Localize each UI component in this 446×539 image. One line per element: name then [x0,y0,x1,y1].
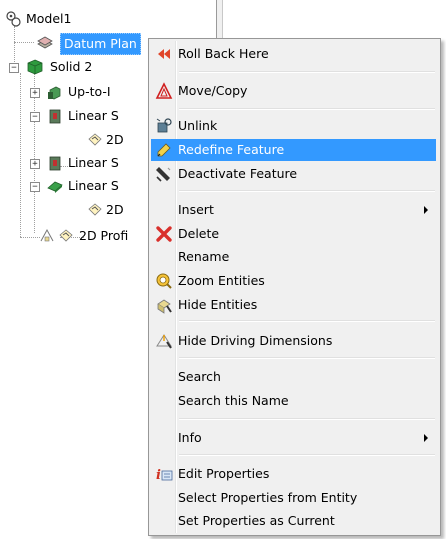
menu-item-label: Info [178,430,202,445]
profile-entities-icon [40,228,54,242]
sketch-2d-icon [59,229,73,242]
collapse-toggle[interactable]: − [9,63,19,73]
menu-item-label: Zoom Entities [178,273,265,288]
menu-item-label: Redefine Feature [178,142,285,157]
zoom-icon [156,273,172,289]
menu-item-label: Select Properties from Entity [178,490,358,505]
menu-item-label: Hide Driving Dimensions [178,333,333,348]
model-icon [6,11,21,27]
menu-item-deactivate-feature[interactable]: Deactivate Feature [151,163,436,185]
menu-item-info[interactable]: Info [151,427,436,449]
edit-properties-icon: i [156,468,173,483]
collapse-toggle[interactable]: − [30,112,40,122]
tree-item-label: 2D [106,202,124,217]
menu-item-edit-properties[interactable]: i Edit Properties [151,463,436,485]
menu-item-select-properties-from-entity[interactable]: Select Properties from Entity [151,487,436,509]
unlink-icon [156,118,172,133]
menu-item-delete[interactable]: Delete [151,223,436,245]
menu-item-insert[interactable]: Insert [151,199,436,221]
submenu-arrow-icon [424,434,428,442]
delete-x-icon [156,226,172,242]
tree-item-label: Linear S [68,108,119,123]
menu-item-move-copy[interactable]: Move/Copy [151,80,436,102]
menu-item-search-this-name[interactable]: Search this Name [151,390,436,412]
expand-toggle[interactable]: + [30,88,40,98]
deactivate-icon [156,167,171,182]
menu-item-label: Insert [178,202,214,217]
menu-item-label: Set Properties as Current [178,513,335,528]
menu-separator [179,418,435,420]
linear-feature-icon [49,156,61,171]
linear-solid-icon [47,181,63,193]
hide-entities-icon [157,299,172,314]
sketch-2d-icon [88,203,102,216]
menu-item-label: Rename [178,249,230,264]
menu-item-label: Unlink [178,118,218,133]
menu-item-label: Deactivate Feature [178,166,298,181]
collapse-toggle[interactable]: − [30,182,40,192]
tree-item-label: 2D [106,132,124,147]
tree-item-label: Linear S [68,178,119,193]
menu-item-label: Search [178,369,221,384]
menu-separator [179,190,435,192]
tree-item-label: Model1 [26,11,72,26]
menu-item-hide-entities[interactable]: Hide Entities [151,294,436,316]
solid-cube-icon [27,59,43,75]
menu-item-label: Hide Entities [178,297,258,312]
datum-plane-icon [37,36,53,49]
hide-dimensions-icon [156,334,172,349]
menu-item-redefine-feature[interactable]: Redefine Feature [151,139,436,161]
submenu-arrow-icon [424,206,428,214]
sketch-2d-icon [88,133,102,146]
redefine-icon [157,143,171,157]
menu-item-label: Search this Name [178,393,289,408]
menu-item-zoom-entities[interactable]: Zoom Entities [151,270,436,292]
menu-item-label: Delete [178,226,220,241]
tree-item-model[interactable]: Model1 [0,9,215,29]
menu-item-hide-driving-dimensions[interactable]: Hide Driving Dimensions [151,330,436,352]
tree-item-label: Up-to-I [68,84,111,99]
menu-item-roll-back[interactable]: Roll Back Here [151,43,436,65]
roll-back-icon [158,49,170,59]
menu-separator [179,71,435,73]
tree-item-label: 2D Profi [79,228,129,243]
tree-item-label: Linear S [68,155,119,170]
menu-separator [179,108,435,110]
menu-separator [179,320,435,322]
expand-toggle[interactable]: + [30,159,40,169]
menu-item-label: Edit Properties [178,466,270,481]
menu-item-rename[interactable]: Rename [151,246,436,268]
context-menu: Roll Back Here Move/Copy Unlink Redefine… [148,38,441,536]
menu-item-unlink[interactable]: Unlink [151,115,436,137]
svg-text:i: i [156,468,161,483]
menu-item-set-properties-as-current[interactable]: Set Properties as Current [151,510,436,532]
tree-item-label: Solid 2 [50,59,93,74]
move-copy-icon [155,82,173,99]
menu-item-label: Move/Copy [178,83,248,98]
menu-separator [179,454,435,456]
menu-separator [179,357,435,359]
menu-item-label: Roll Back Here [178,46,269,61]
menu-item-search[interactable]: Search [151,366,436,388]
extrude-feature-icon [48,86,61,100]
tree-item-label: Datum Plan [60,33,141,55]
linear-feature-icon [49,109,61,124]
